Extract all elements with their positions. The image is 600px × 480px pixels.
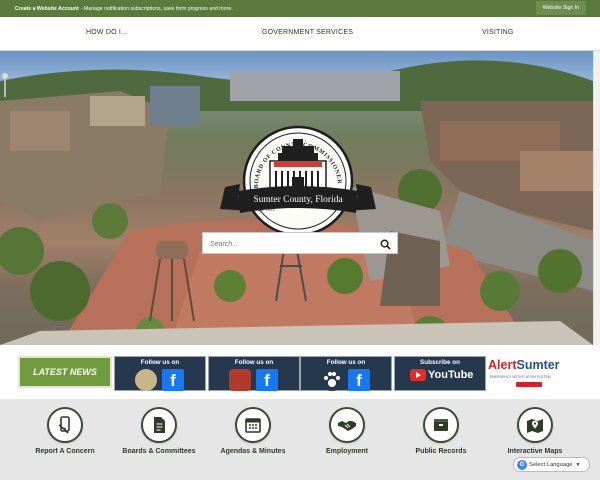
facebook-icon: f [162,369,184,391]
follow-label: Follow us on [140,359,180,366]
map-pin-icon [517,407,553,443]
nav-item-visiting[interactable]: VISITING [482,29,514,36]
alert-sumter-banner[interactable]: AlertSumter EMERGENCY NOTIFICATION SYSTE… [488,354,582,392]
handshake-icon [329,407,365,443]
create-account-link[interactable]: Create a Website Account [15,6,79,12]
create-account-description: - Manage notification subscriptions, sav… [80,5,233,12]
alert-sumter-wordmark: AlertSumter [488,358,560,372]
subscribe-label: Subscribe on [420,359,460,366]
calendar-icon [235,407,271,443]
latest-news-button[interactable]: LATEST NEWS [18,356,112,388]
seal-ribbon-text: Sumter County, Florida [253,195,343,205]
search-icon[interactable] [380,237,391,255]
follow-sheriff-facebook[interactable]: Follow us on f [114,356,206,391]
google-translate-icon: G [517,459,527,470]
youtube-subscribe-banner[interactable]: Subscribe on YouTube [394,356,486,391]
alert-tagline: EMERGENCY NOTIFICATION SYSTEM [490,375,551,379]
facebook-icon: f [348,369,370,391]
banner-row: LATEST NEWS Follow us on f Follow us on … [0,345,600,399]
aerial-town-photo: BOARD OF COUNTY COMMISSIONERS Sumter Cou… [0,51,593,345]
follow-animal-facebook[interactable]: Follow us on f [300,356,392,391]
quick-link-boards-committees[interactable]: Boards & Committees [109,407,209,455]
site-search [202,232,398,255]
seal-est-text: Est. 1853 [257,207,275,212]
follow-fire-facebook[interactable]: Follow us on f [208,356,300,391]
main-nav: HOW DO I... GOVERNMENT SERVICES VISITING [0,17,600,51]
fire-rescue-patch-icon [229,369,251,391]
quick-link-public-records[interactable]: Public Records [391,407,491,455]
language-select-label: Select Language [529,461,573,468]
follow-label: Follow us on [234,359,274,366]
quick-link-interactive-maps[interactable]: Interactive Maps [485,407,585,455]
quick-link-employment[interactable]: Employment [297,407,397,455]
follow-label: Follow us on [326,359,366,366]
nav-item-how-do-i[interactable]: HOW DO I... [86,29,127,36]
hero-scrollbar[interactable] [593,51,600,345]
website-signin-button[interactable]: Website Sign In [535,1,586,15]
document-icon [141,407,177,443]
phone-hand-icon [47,407,83,443]
sheriff-badge-icon [135,369,157,391]
facebook-icon: f [256,369,278,391]
search-input[interactable] [203,234,373,255]
youtube-play-icon [410,369,426,381]
quick-link-agendas-minutes[interactable]: Agendas & Minutes [203,407,303,455]
quick-link-report-concern[interactable]: Report A Concern [15,407,115,455]
alert-register-button [516,382,542,387]
quick-links: Report A Concern Boards & Committees Age… [0,399,600,480]
language-select[interactable]: G Select Language ▼ [513,457,590,472]
file-box-icon [423,407,459,443]
paw-print-icon [321,369,343,391]
nav-item-government-services[interactable]: GOVERNMENT SERVICES [262,29,353,36]
hero-image: BOARD OF COUNTY COMMISSIONERS Sumter Cou… [0,51,593,345]
chevron-down-icon: ▼ [575,461,581,468]
youtube-wordmark: YouTube [428,369,474,381]
top-bar: Create a Website Account - Manage notifi… [0,0,600,17]
